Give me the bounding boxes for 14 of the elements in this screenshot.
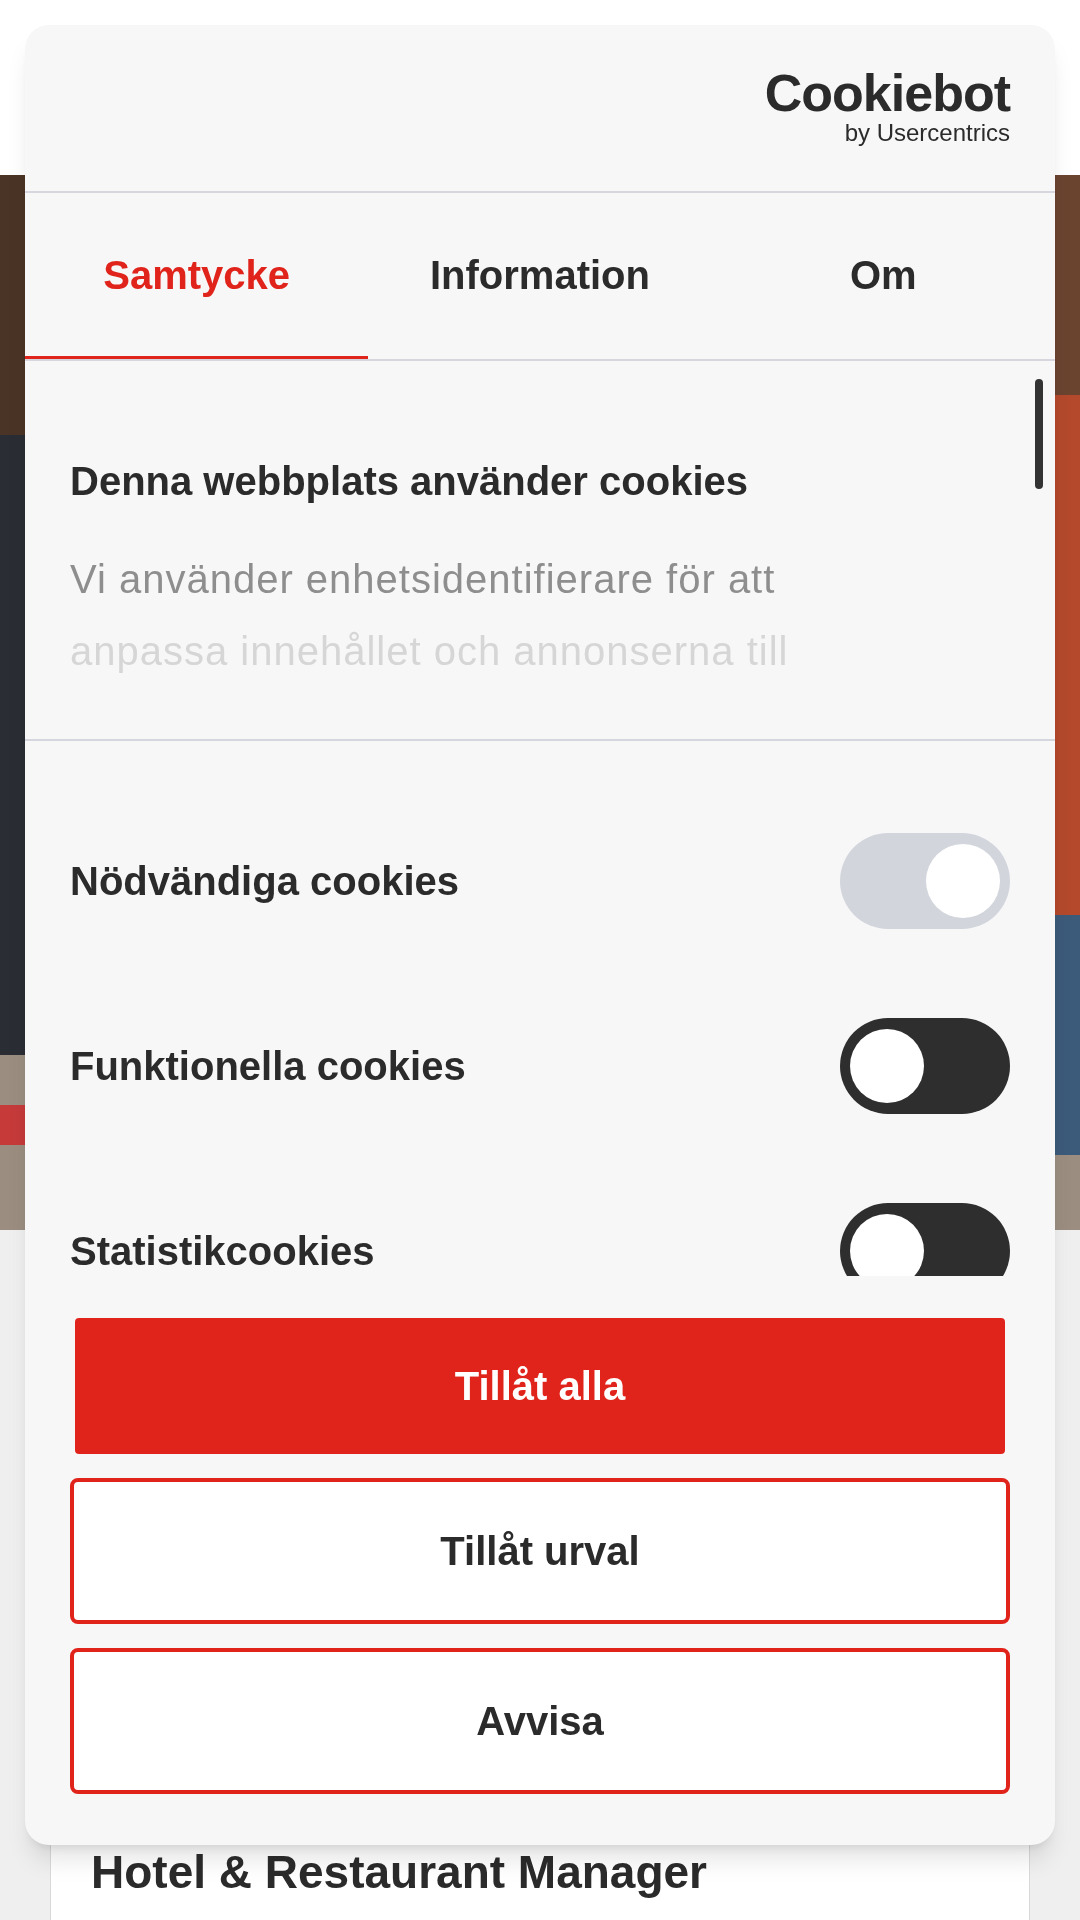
toggle-label: Funktionella cookies bbox=[70, 1043, 466, 1090]
allow-all-button[interactable]: Tillåt alla bbox=[75, 1318, 1005, 1454]
outline-button[interactable]: Tillåt urval bbox=[70, 1478, 1010, 1624]
tab[interactable]: Samtycke bbox=[25, 193, 369, 359]
body-text: Vi använder enhetsidentifierare för att bbox=[70, 556, 777, 603]
tab[interactable]: Information bbox=[368, 193, 712, 359]
outline-button[interactable]: Avvisa bbox=[70, 1648, 1010, 1794]
toggle-label: Nödvändiga cookies bbox=[70, 858, 459, 905]
toggle-label: Statistikcookies bbox=[70, 1228, 375, 1275]
toggle-switch[interactable] bbox=[840, 1203, 1010, 1276]
scrollbar[interactable] bbox=[1035, 379, 1043, 489]
cookiebot-logo: Cookiebot by Usercentrics bbox=[764, 67, 1010, 145]
tab[interactable]: Om bbox=[711, 193, 1055, 359]
section-heading: Denna webbplats använder cookies bbox=[70, 461, 749, 501]
